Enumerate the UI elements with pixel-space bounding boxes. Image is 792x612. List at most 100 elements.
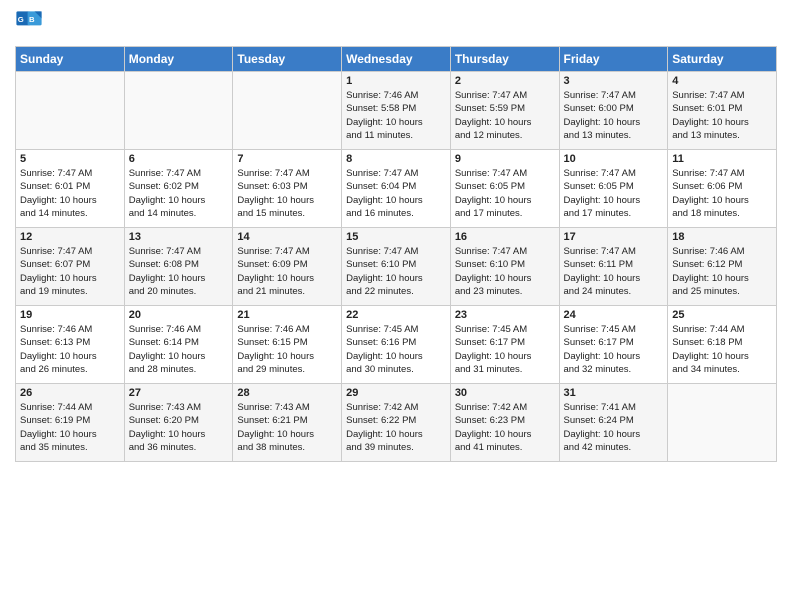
calendar-cell: 1 Sunrise: 7:46 AM Sunset: 5:58 PM Daylig… <box>342 72 451 150</box>
calendar-cell: 9 Sunrise: 7:47 AM Sunset: 6:05 PM Daylig… <box>450 150 559 228</box>
weekday-header: Saturday <box>668 47 777 72</box>
day-number: 12 <box>20 231 120 243</box>
calendar-cell: 7 Sunrise: 7:47 AM Sunset: 6:03 PM Daylig… <box>233 150 342 228</box>
day-info: Sunrise: 7:47 AM Sunset: 6:01 PM Dayligh… <box>672 89 772 142</box>
svg-text:G: G <box>18 15 24 24</box>
calendar-cell: 30 Sunrise: 7:42 AM Sunset: 6:23 PM Dayli… <box>450 384 559 462</box>
weekday-header: Thursday <box>450 47 559 72</box>
day-number: 22 <box>346 309 446 321</box>
calendar-week-row: 26 Sunrise: 7:44 AM Sunset: 6:19 PM Dayli… <box>16 384 777 462</box>
calendar-cell: 3Sunrise: 7:47 AM Sunset: 6:00 PM Daylig… <box>559 72 668 150</box>
calendar-cell <box>124 72 233 150</box>
day-number: 4 <box>672 75 772 87</box>
day-info: Sunrise: 7:46 AM Sunset: 6:12 PM Dayligh… <box>672 245 772 298</box>
day-info: Sunrise: 7:41 AM Sunset: 6:24 PM Dayligh… <box>564 401 664 454</box>
day-number: 31 <box>564 387 664 399</box>
calendar-cell: 2Sunrise: 7:47 AM Sunset: 5:59 PM Daylig… <box>450 72 559 150</box>
day-info: Sunrise: 7:46 AM Sunset: 6:13 PM Dayligh… <box>20 323 120 376</box>
day-number: 8 <box>346 153 446 165</box>
day-number: 2 <box>455 75 555 87</box>
day-number: 16 <box>455 231 555 243</box>
day-info: Sunrise: 7:47 AM Sunset: 6:09 PM Dayligh… <box>237 245 337 298</box>
day-number: 15 <box>346 231 446 243</box>
day-info: Sunrise: 7:47 AM Sunset: 6:05 PM Dayligh… <box>455 167 555 220</box>
day-info: Sunrise: 7:44 AM Sunset: 6:19 PM Dayligh… <box>20 401 120 454</box>
calendar-cell: 17Sunrise: 7:47 AM Sunset: 6:11 PM Dayli… <box>559 228 668 306</box>
day-info: Sunrise: 7:47 AM Sunset: 6:01 PM Dayligh… <box>20 167 120 220</box>
calendar-cell: 24Sunrise: 7:45 AM Sunset: 6:17 PM Dayli… <box>559 306 668 384</box>
day-number: 19 <box>20 309 120 321</box>
calendar-cell: 18 Sunrise: 7:46 AM Sunset: 6:12 PM Dayli… <box>668 228 777 306</box>
day-number: 7 <box>237 153 337 165</box>
calendar-body: 1 Sunrise: 7:46 AM Sunset: 5:58 PM Daylig… <box>16 72 777 462</box>
day-number: 14 <box>237 231 337 243</box>
day-info: Sunrise: 7:43 AM Sunset: 6:21 PM Dayligh… <box>237 401 337 454</box>
calendar-cell: 20Sunrise: 7:46 AM Sunset: 6:14 PM Dayli… <box>124 306 233 384</box>
day-number: 29 <box>346 387 446 399</box>
calendar-week-row: 19 Sunrise: 7:46 AM Sunset: 6:13 PM Dayli… <box>16 306 777 384</box>
day-info: Sunrise: 7:47 AM Sunset: 6:11 PM Dayligh… <box>564 245 664 298</box>
calendar-cell: 10 Sunrise: 7:47 AM Sunset: 6:05 PM Dayli… <box>559 150 668 228</box>
calendar-cell: 8 Sunrise: 7:47 AM Sunset: 6:04 PM Daylig… <box>342 150 451 228</box>
day-number: 23 <box>455 309 555 321</box>
day-info: Sunrise: 7:46 AM Sunset: 5:58 PM Dayligh… <box>346 89 446 142</box>
header: G B <box>15 10 777 38</box>
calendar-week-row: 1 Sunrise: 7:46 AM Sunset: 5:58 PM Daylig… <box>16 72 777 150</box>
day-info: Sunrise: 7:47 AM Sunset: 6:03 PM Dayligh… <box>237 167 337 220</box>
day-info: Sunrise: 7:47 AM Sunset: 6:10 PM Dayligh… <box>346 245 446 298</box>
day-info: Sunrise: 7:46 AM Sunset: 6:15 PM Dayligh… <box>237 323 337 376</box>
day-number: 30 <box>455 387 555 399</box>
day-number: 9 <box>455 153 555 165</box>
day-number: 1 <box>346 75 446 87</box>
calendar-header-row: SundayMondayTuesdayWednesdayThursdayFrid… <box>16 47 777 72</box>
day-info: Sunrise: 7:47 AM Sunset: 6:06 PM Dayligh… <box>672 167 772 220</box>
day-info: Sunrise: 7:47 AM Sunset: 6:10 PM Dayligh… <box>455 245 555 298</box>
weekday-header: Monday <box>124 47 233 72</box>
calendar-cell: 31 Sunrise: 7:41 AM Sunset: 6:24 PM Dayli… <box>559 384 668 462</box>
day-number: 25 <box>672 309 772 321</box>
day-info: Sunrise: 7:42 AM Sunset: 6:22 PM Dayligh… <box>346 401 446 454</box>
logo: G B <box>15 10 45 38</box>
calendar-cell <box>668 384 777 462</box>
day-info: Sunrise: 7:45 AM Sunset: 6:17 PM Dayligh… <box>564 323 664 376</box>
calendar-cell: 22 Sunrise: 7:45 AM Sunset: 6:16 PM Dayli… <box>342 306 451 384</box>
calendar-cell: 23Sunrise: 7:45 AM Sunset: 6:17 PM Dayli… <box>450 306 559 384</box>
day-number: 10 <box>564 153 664 165</box>
day-info: Sunrise: 7:47 AM Sunset: 6:04 PM Dayligh… <box>346 167 446 220</box>
day-info: Sunrise: 7:47 AM Sunset: 6:02 PM Dayligh… <box>129 167 229 220</box>
day-number: 26 <box>20 387 120 399</box>
logo-icon: G B <box>15 10 43 38</box>
day-number: 20 <box>129 309 229 321</box>
day-number: 18 <box>672 231 772 243</box>
day-info: Sunrise: 7:45 AM Sunset: 6:16 PM Dayligh… <box>346 323 446 376</box>
calendar-table: SundayMondayTuesdayWednesdayThursdayFrid… <box>15 46 777 462</box>
calendar-cell: 6 Sunrise: 7:47 AM Sunset: 6:02 PM Daylig… <box>124 150 233 228</box>
calendar-cell: 12Sunrise: 7:47 AM Sunset: 6:07 PM Dayli… <box>16 228 125 306</box>
day-info: Sunrise: 7:47 AM Sunset: 6:05 PM Dayligh… <box>564 167 664 220</box>
calendar-cell <box>16 72 125 150</box>
weekday-header: Wednesday <box>342 47 451 72</box>
day-info: Sunrise: 7:42 AM Sunset: 6:23 PM Dayligh… <box>455 401 555 454</box>
calendar-cell: 16 Sunrise: 7:47 AM Sunset: 6:10 PM Dayli… <box>450 228 559 306</box>
day-number: 28 <box>237 387 337 399</box>
calendar-cell: 13Sunrise: 7:47 AM Sunset: 6:08 PM Dayli… <box>124 228 233 306</box>
calendar-cell: 15 Sunrise: 7:47 AM Sunset: 6:10 PM Dayli… <box>342 228 451 306</box>
calendar-cell: 25 Sunrise: 7:44 AM Sunset: 6:18 PM Dayli… <box>668 306 777 384</box>
calendar-week-row: 12Sunrise: 7:47 AM Sunset: 6:07 PM Dayli… <box>16 228 777 306</box>
day-number: 5 <box>20 153 120 165</box>
calendar-cell <box>233 72 342 150</box>
day-number: 27 <box>129 387 229 399</box>
weekday-header: Tuesday <box>233 47 342 72</box>
calendar-cell: 4 Sunrise: 7:47 AM Sunset: 6:01 PM Daylig… <box>668 72 777 150</box>
day-number: 3 <box>564 75 664 87</box>
day-info: Sunrise: 7:44 AM Sunset: 6:18 PM Dayligh… <box>672 323 772 376</box>
calendar-week-row: 5 Sunrise: 7:47 AM Sunset: 6:01 PM Daylig… <box>16 150 777 228</box>
calendar-cell: 5 Sunrise: 7:47 AM Sunset: 6:01 PM Daylig… <box>16 150 125 228</box>
calendar-cell: 21Sunrise: 7:46 AM Sunset: 6:15 PM Dayli… <box>233 306 342 384</box>
day-number: 6 <box>129 153 229 165</box>
calendar-cell: 11Sunrise: 7:47 AM Sunset: 6:06 PM Dayli… <box>668 150 777 228</box>
calendar-cell: 29 Sunrise: 7:42 AM Sunset: 6:22 PM Dayli… <box>342 384 451 462</box>
svg-text:B: B <box>29 15 35 24</box>
weekday-header: Sunday <box>16 47 125 72</box>
calendar-cell: 26 Sunrise: 7:44 AM Sunset: 6:19 PM Dayli… <box>16 384 125 462</box>
